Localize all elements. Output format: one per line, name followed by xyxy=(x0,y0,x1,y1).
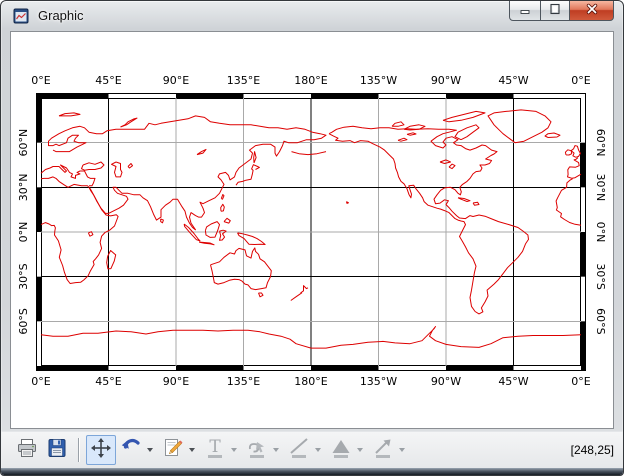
toolbar: T [248,25] xyxy=(2,432,623,468)
svg-text:0°N: 0°N xyxy=(17,222,30,243)
cursor-coordinates: [248,25] xyxy=(570,443,614,457)
annotate-button[interactable] xyxy=(158,435,188,465)
graphic-window-icon xyxy=(13,8,29,24)
svg-text:135°W: 135°W xyxy=(360,375,397,388)
toolbar-separator xyxy=(78,438,80,462)
svg-text:135°W: 135°W xyxy=(360,74,397,87)
svg-text:45°E: 45°E xyxy=(95,375,121,388)
minimize-button[interactable] xyxy=(509,1,541,21)
freeform-menu-caret xyxy=(273,448,279,452)
svg-text:90°W: 90°W xyxy=(431,375,461,388)
close-button[interactable] xyxy=(569,1,614,21)
svg-text:30°N: 30°N xyxy=(17,173,30,201)
save-button[interactable] xyxy=(42,435,72,465)
svg-text:0°N: 0°N xyxy=(594,222,607,243)
svg-text:60°S: 60°S xyxy=(17,308,30,334)
freeform-button xyxy=(242,435,272,465)
line-button xyxy=(284,435,314,465)
annotate-menu-caret[interactable] xyxy=(189,448,195,452)
graphic-canvas[interactable]: 0°E 0°E 45°E 45°E 90°E 90°E 135°E 135°E 180°E 180… xyxy=(10,31,614,429)
text-tool-icon: T xyxy=(203,436,227,465)
pan-arrows-icon xyxy=(89,436,113,465)
print-button[interactable] xyxy=(12,435,42,465)
svg-text:30°N: 30°N xyxy=(594,173,607,201)
svg-text:0°E: 0°E xyxy=(31,375,50,388)
save-icon xyxy=(45,436,69,465)
svg-text:90°E: 90°E xyxy=(163,74,189,87)
svg-text:45°W: 45°W xyxy=(498,375,528,388)
text-button: T xyxy=(200,435,230,465)
svg-text:45°W: 45°W xyxy=(498,74,528,87)
svg-text:90°E: 90°E xyxy=(163,375,189,388)
text-menu-caret xyxy=(231,448,237,452)
svg-text:180°E: 180°E xyxy=(294,74,327,87)
svg-text:0°E: 0°E xyxy=(31,74,50,87)
printer-icon xyxy=(15,436,39,465)
world-map-plot: 0°E 0°E 45°E 45°E 90°E 90°E 135°E 135°E 180°E 180… xyxy=(17,74,607,388)
line-tool-icon xyxy=(287,436,311,465)
minimize-icon xyxy=(519,2,531,20)
polygon-menu-caret xyxy=(357,448,363,452)
svg-text:60°N: 60°N xyxy=(17,129,30,157)
line-menu-caret xyxy=(315,448,321,452)
undo-button[interactable] xyxy=(116,435,146,465)
window-bottom-edge xyxy=(1,468,623,475)
maximize-button[interactable] xyxy=(540,1,570,21)
pan-button[interactable] xyxy=(86,435,116,465)
arrow-menu-caret xyxy=(399,448,405,452)
pencil-annotate-icon xyxy=(161,436,185,465)
polygon-button xyxy=(326,435,356,465)
svg-text:0°E: 0°E xyxy=(571,375,590,388)
window-title: Graphic xyxy=(38,8,84,23)
undo-icon xyxy=(119,436,143,465)
undo-menu-caret[interactable] xyxy=(147,448,153,452)
svg-text:0°E: 0°E xyxy=(571,74,590,87)
polygon-tool-icon xyxy=(329,436,353,465)
svg-text:60°N: 60°N xyxy=(594,129,607,157)
svg-text:135°E: 135°E xyxy=(227,74,260,87)
svg-text:135°E: 135°E xyxy=(227,375,260,388)
svg-text:60°S: 60°S xyxy=(594,308,607,334)
arrow-button xyxy=(368,435,398,465)
svg-text:180°E: 180°E xyxy=(294,375,327,388)
svg-text:T: T xyxy=(209,437,221,457)
svg-text:30°S: 30°S xyxy=(17,263,30,289)
window-controls xyxy=(509,1,614,21)
titlebar[interactable]: Graphic xyxy=(1,1,623,31)
svg-text:90°W: 90°W xyxy=(431,74,461,87)
graphic-window: Graphic 0°E 0°E 45°E 45°E 90°E 90°E 135°E 135°E… xyxy=(0,0,624,476)
freeform-select-icon xyxy=(245,436,269,465)
maximize-icon xyxy=(549,2,561,20)
svg-text:30°S: 30°S xyxy=(594,263,607,289)
svg-text:45°E: 45°E xyxy=(95,74,121,87)
close-icon xyxy=(585,2,599,20)
arrow-tool-icon xyxy=(371,436,395,465)
